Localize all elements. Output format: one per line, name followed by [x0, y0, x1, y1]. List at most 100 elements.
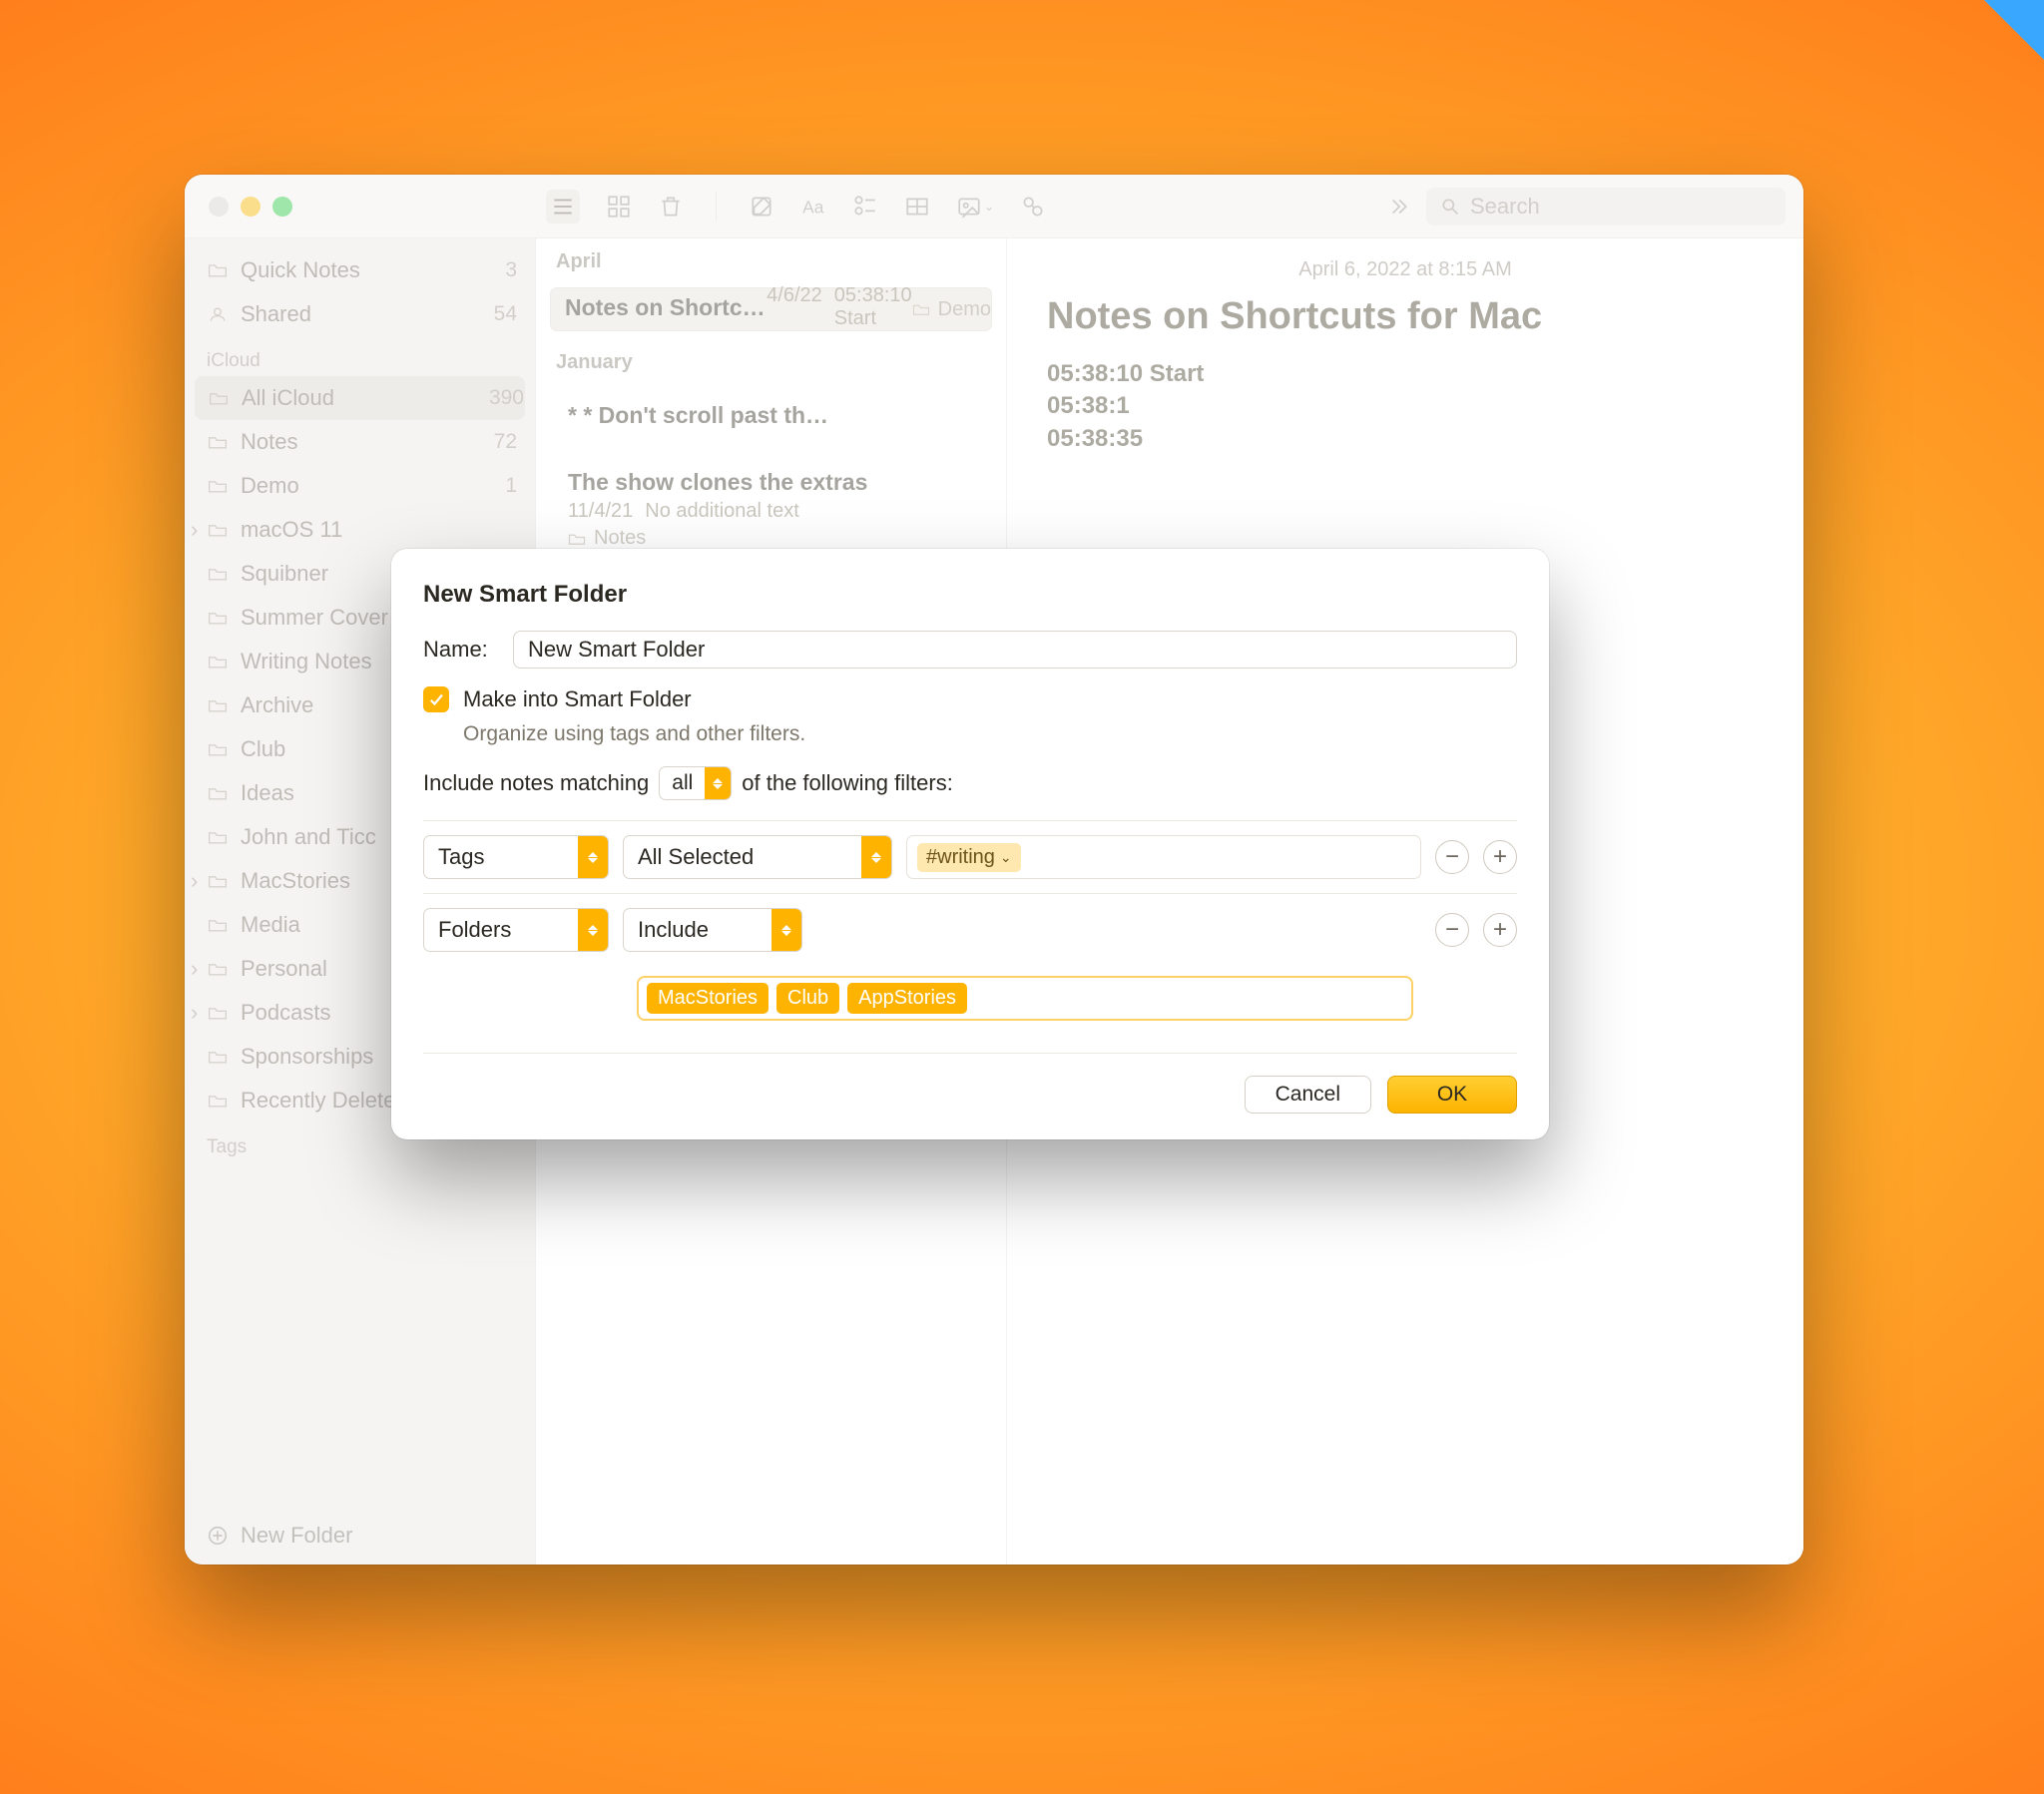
note-list-item[interactable]: Notes on Shortcuts for Mac4/6/22 05:38:10… [550, 287, 992, 331]
sidebar-item-label: Squibner [241, 561, 328, 587]
make-smart-folder-label: Make into Smart Folder [463, 686, 692, 712]
add-filter-button[interactable]: + [1483, 840, 1517, 874]
sidebar-item-label: Writing Notes [241, 649, 372, 674]
stepper-arrows-icon [771, 909, 801, 951]
sidebar-item[interactable]: macOS 11 [185, 508, 535, 552]
note-line: 05:38:1 [1047, 390, 1764, 422]
new-smart-folder-dialog: New Smart Folder Name: Make into Smart F… [391, 549, 1549, 1139]
search-icon [1440, 197, 1460, 217]
filter-operator-value: All Selected [638, 844, 754, 870]
sidebar-item-label: Summer Cover [241, 605, 388, 631]
ok-button[interactable]: OK [1387, 1076, 1517, 1114]
folder-icon [207, 960, 229, 978]
search-placeholder: Search [1470, 194, 1540, 220]
search-field[interactable]: Search [1426, 188, 1786, 225]
note-item-title: The show clones the extras [568, 469, 974, 496]
sidebar-item-label: MacStories [241, 868, 350, 894]
make-smart-folder-checkbox[interactable] [423, 686, 449, 712]
table-icon[interactable] [904, 194, 930, 220]
remove-filter-button[interactable]: − [1435, 913, 1469, 947]
sidebar-item[interactable]: Notes72 [185, 420, 535, 464]
compose-icon[interactable] [749, 194, 774, 220]
note-item-date: 4/6/22 [766, 284, 822, 330]
filter-attribute-select[interactable]: Folders [423, 908, 609, 952]
filter-tag-value-field[interactable]: #writing⌄ [906, 835, 1421, 879]
sidebar-item-label: Archive [241, 692, 313, 718]
folder-icon [207, 609, 229, 627]
grid-view-icon[interactable] [606, 194, 632, 220]
tag-token[interactable]: #writing⌄ [917, 843, 1021, 872]
sidebar-item[interactable]: All iCloud390 [195, 376, 525, 420]
sidebar-item-label: Demo [241, 473, 299, 499]
filter-row-folders: Folders Include − + MacStories Club AppS… [423, 893, 1517, 1035]
filter-folders-token-field[interactable]: MacStories Club AppStories [637, 976, 1413, 1021]
stepper-arrows-icon [578, 909, 608, 951]
list-group-header: April [536, 238, 1006, 279]
minimize-window-button[interactable] [241, 197, 260, 217]
folder-icon [207, 1092, 229, 1110]
filter-attribute-value: Tags [438, 844, 484, 870]
note-title: Notes on Shortcuts for Mac [1047, 295, 1764, 338]
note-line: 05:38:35 [1047, 423, 1764, 455]
list-group-header: January [536, 339, 1006, 380]
stepper-arrows-icon [861, 836, 891, 878]
sidebar-section-icloud: iCloud [185, 336, 535, 376]
remove-filter-button[interactable]: − [1435, 840, 1469, 874]
toolbar: Aa ⌄ Search [185, 175, 1803, 238]
folder-icon [208, 389, 230, 407]
folder-icon [207, 784, 229, 802]
include-prefix: Include notes matching [423, 770, 649, 796]
new-folder-label: New Folder [241, 1523, 352, 1549]
sidebar-item-label: Podcasts [241, 1000, 331, 1026]
note-item-title: * * Don't scroll past th… [568, 402, 974, 429]
add-filter-button[interactable]: + [1483, 913, 1517, 947]
sidebar-item-label: Recently Deleted [241, 1088, 408, 1114]
window-controls [185, 197, 536, 217]
maximize-window-button[interactable] [272, 197, 292, 217]
note-item-preview: No additional text [645, 500, 799, 523]
folder-icon [207, 433, 229, 451]
filter-operator-value: Include [638, 917, 709, 943]
folder-icon [207, 477, 229, 495]
filter-operator-select[interactable]: All Selected [623, 835, 892, 879]
folder-token[interactable]: Club [776, 983, 839, 1014]
note-list-item[interactable]: * * Don't scroll past th… [550, 388, 992, 447]
folder-icon [207, 1048, 229, 1066]
close-window-button[interactable] [209, 197, 229, 217]
note-list-item[interactable]: The show clones the extras11/4/21No addi… [550, 455, 992, 564]
note-item-preview: 05:38:10 Start [834, 284, 912, 330]
folder-icon [207, 740, 229, 758]
filter-operator-select[interactable]: Include [623, 908, 802, 952]
match-mode-select[interactable]: all [659, 766, 732, 800]
sidebar-item[interactable]: Demo1 [185, 464, 535, 508]
media-icon[interactable]: ⌄ [956, 194, 994, 220]
make-smart-folder-help: Organize using tags and other filters. [463, 722, 1517, 746]
list-view-icon[interactable] [546, 190, 580, 224]
sidebar-item-quick-notes[interactable]: Quick Notes 3 [185, 248, 535, 292]
sidebar-item-label: Club [241, 736, 285, 762]
folder-icon [207, 521, 229, 539]
cancel-button[interactable]: Cancel [1245, 1076, 1371, 1114]
sidebar-item-label: John and Ticc [241, 824, 376, 850]
overflow-icon[interactable] [1384, 194, 1410, 220]
trash-icon[interactable] [658, 194, 684, 220]
sidebar-item-label: Personal [241, 956, 327, 982]
folder-name-input[interactable] [513, 631, 1517, 669]
filter-attribute-select[interactable]: Tags [423, 835, 609, 879]
name-label: Name: [423, 637, 495, 663]
link-note-icon[interactable] [1020, 194, 1046, 220]
sidebar-item-label: Ideas [241, 780, 294, 806]
sidebar-item-count: 72 [494, 430, 517, 454]
format-text-icon[interactable]: Aa [800, 194, 826, 220]
note-item-title: Notes on Shortcuts for Mac [565, 294, 766, 321]
folder-icon [207, 1004, 229, 1022]
desktop-corner [1984, 0, 2044, 60]
checklist-icon[interactable] [852, 194, 878, 220]
filter-attribute-value: Folders [438, 917, 511, 943]
folder-token[interactable]: AppStories [847, 983, 967, 1014]
sidebar-item-count: 390 [489, 386, 524, 410]
folder-token[interactable]: MacStories [647, 983, 768, 1014]
folder-icon [207, 565, 229, 583]
sidebar-item-shared[interactable]: Shared 54 [185, 292, 535, 336]
new-folder-button[interactable]: New Folder [185, 1506, 535, 1565]
